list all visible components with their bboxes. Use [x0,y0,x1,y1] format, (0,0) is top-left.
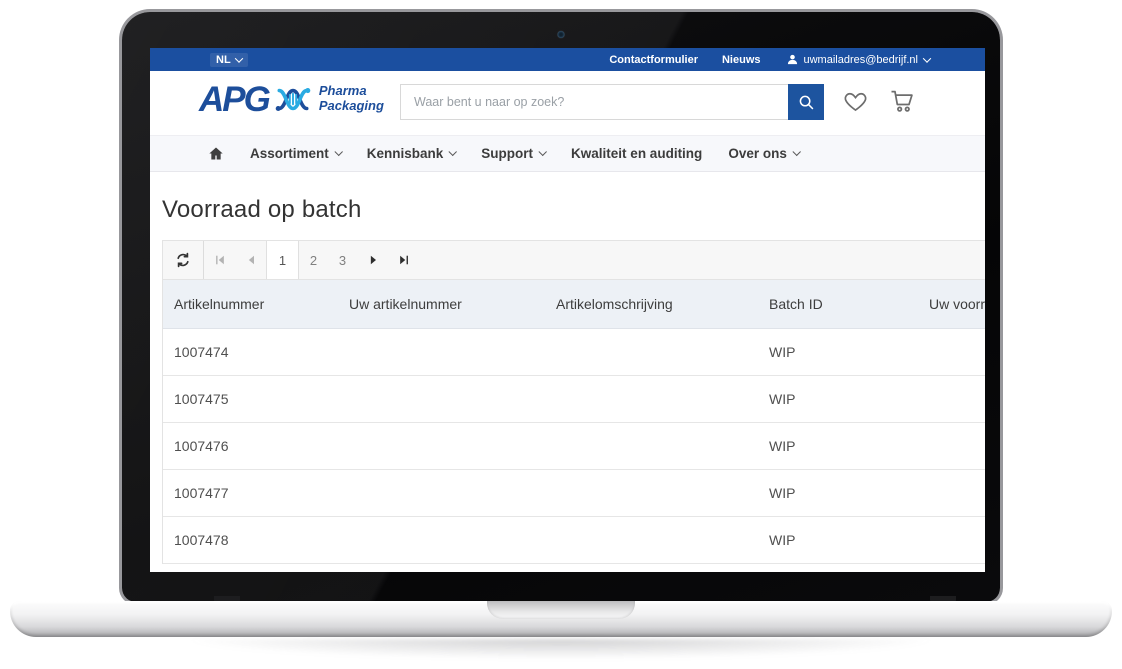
column-header-uw-artikelnummer[interactable]: Uw artikelnummer [338,296,545,312]
cell-batch-id: WIP [758,532,918,548]
chevron-down-icon [234,54,242,62]
chevron-down-icon [923,54,931,62]
account-email: uwmailadres@bedrijf.nl [804,54,919,66]
column-header-uw-voorraad[interactable]: Uw voorraad [918,296,985,312]
nav-home[interactable] [208,146,224,161]
previous-page-icon [245,254,257,266]
refresh-button[interactable] [163,241,203,279]
column-header-artikelnummer[interactable]: Artikelnummer [163,296,338,312]
site-logo[interactable]: APG Pharma Packaging [199,80,384,118]
cell-artikelnummer: 1007475 [163,391,338,407]
nav-item-label: Assortiment [250,146,329,161]
cell-batch-id: WIP [758,344,918,360]
search-input[interactable] [400,84,788,120]
column-header-artikelomschrijving[interactable]: Artikelomschrijving [545,296,758,312]
cell-artikelnummer: 1007478 [163,532,338,548]
batch-stock-table: 1 2 3 [162,240,985,564]
cell-artikelnummer: 1007476 [163,438,338,454]
logo-tagline-line2: Packaging [319,98,384,113]
column-header-batch-id[interactable]: Batch ID [758,296,918,312]
nav-item-assortiment[interactable]: Assortiment [250,146,341,161]
account-menu[interactable]: uwmailadres@bedrijf.nl [787,54,931,66]
nav-item-support[interactable]: Support [481,146,545,161]
chevron-down-icon [449,147,457,155]
cart-icon [888,88,916,114]
previous-page-button[interactable] [235,241,266,279]
chevron-down-icon [792,147,800,155]
next-page-button[interactable] [357,241,388,279]
cell-artikelnummer: 1007477 [163,485,338,501]
nav-item-label: Support [481,146,533,161]
chevron-down-icon [334,147,342,155]
last-page-button[interactable] [388,241,419,279]
page-number-2[interactable]: 2 [299,241,328,279]
contact-link[interactable]: Contactformulier [609,54,698,66]
page-number-3[interactable]: 3 [328,241,357,279]
heart-icon [842,88,869,113]
laptop-lid-notch [487,601,635,619]
user-icon [787,54,798,65]
nav-item-label: Over ons [728,146,787,161]
next-page-icon [367,254,379,266]
dna-helix-icon [273,80,313,118]
cell-batch-id: WIP [758,391,918,407]
cell-batch-id: WIP [758,485,918,501]
page-content: Voorraad op batch [150,196,985,564]
cell-batch-id: WIP [758,438,918,454]
table-pagination-toolbar: 1 2 3 [163,240,985,280]
laptop-mockup: NL Contactformulier Nieuws uwmailadres@b… [0,0,1122,669]
table-row[interactable]: 1007476 WIP [163,423,985,470]
cart-button[interactable] [888,88,916,114]
first-page-button[interactable] [204,241,235,279]
logo-acronym: APG [199,82,269,117]
webcam-dot [558,31,565,38]
nav-item-over-ons[interactable]: Over ons [728,146,799,161]
language-label: NL [216,54,231,66]
table-row[interactable]: 1007478 WIP [163,517,985,564]
table-row[interactable]: 1007474 WIP [163,329,985,376]
table-header-row: Artikelnummer Uw artikelnummer Artikelom… [163,280,985,329]
browser-viewport: NL Contactformulier Nieuws uwmailadres@b… [150,48,985,572]
page-title: Voorraad op batch [162,196,985,224]
home-icon [208,146,224,161]
logo-tagline: Pharma Packaging [319,84,384,114]
table-row[interactable]: 1007477 WIP [163,470,985,517]
laptop-bezel: NL Contactformulier Nieuws uwmailadres@b… [122,12,1000,602]
nav-item-label: Kennisbank [367,146,444,161]
search-button[interactable] [788,84,824,120]
site-header: APG Pharma Packaging [150,71,985,135]
language-selector[interactable]: NL [210,53,248,67]
refresh-icon [175,252,191,268]
main-nav: Assortiment Kennisbank Support Kwaliteit… [150,135,985,172]
news-link[interactable]: Nieuws [722,54,761,66]
nav-item-label: Kwaliteit en auditing [571,146,702,161]
nav-item-kwaliteit[interactable]: Kwaliteit en auditing [571,146,702,161]
table-row[interactable]: 1007475 WIP [163,376,985,423]
wishlist-button[interactable] [842,88,869,113]
search-box [400,84,824,120]
cell-artikelnummer: 1007474 [163,344,338,360]
page-number-1[interactable]: 1 [266,241,299,279]
search-icon [797,93,815,111]
last-page-icon [398,254,410,266]
first-page-icon [214,254,226,266]
nav-item-kennisbank[interactable]: Kennisbank [367,146,456,161]
laptop-reflection [60,639,1062,667]
chevron-down-icon [539,147,547,155]
logo-tagline-line1: Pharma [319,83,367,98]
top-utility-bar: NL Contactformulier Nieuws uwmailadres@b… [150,48,985,71]
